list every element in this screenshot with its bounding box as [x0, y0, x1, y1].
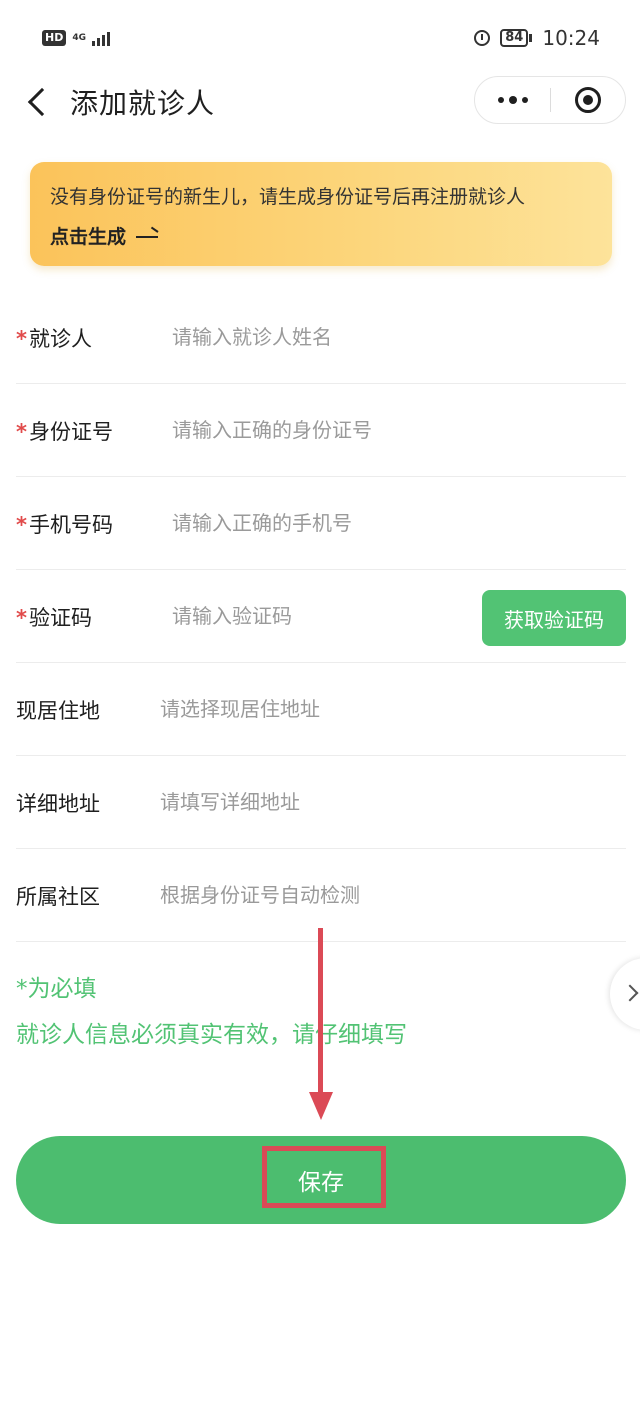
battery-level: 84: [500, 29, 529, 47]
patient-name-input[interactable]: [172, 315, 472, 359]
required-hint: *为必填: [16, 976, 97, 1002]
banner-text: 没有身份证号的新生儿，请生成身份证号后再注册就诊人: [50, 186, 526, 208]
more-dots-icon: [498, 97, 504, 103]
page-title: 添加就诊人: [70, 87, 216, 120]
form-row-phone: *手机号码: [16, 477, 626, 570]
id-number-input[interactable]: [172, 408, 472, 452]
signal-icon: [92, 30, 110, 46]
status-right: 84 10:24: [474, 26, 600, 50]
form-row-patient-name: *就诊人: [16, 291, 626, 384]
close-miniprogram-button[interactable]: [551, 77, 625, 123]
arrow-right-icon: [136, 230, 160, 242]
patient-form: *就诊人 *身份证号 *手机号码 *验证码 获取验证码 现居住地 详细地址 所属…: [16, 291, 626, 942]
nav-bar: 添加就诊人: [0, 76, 640, 126]
clock: 10:24: [542, 26, 600, 50]
verification-code-label: *验证码: [16, 606, 92, 630]
form-row-residence: 现居住地: [16, 663, 626, 756]
battery-icon: 84: [500, 29, 533, 47]
back-button[interactable]: [24, 84, 54, 118]
phone-label: *手机号码: [16, 513, 113, 537]
side-expand-tab[interactable]: [610, 958, 640, 1030]
save-button-label: 保存: [298, 1169, 344, 1195]
get-code-button[interactable]: 获取验证码: [482, 590, 626, 646]
generate-id-link[interactable]: 点击生成: [50, 222, 160, 249]
required-mark: *: [16, 513, 27, 537]
annotation-arrow-head: [309, 1092, 333, 1120]
status-bar: HD 4G 84 10:24: [0, 0, 640, 76]
newborn-banner: 没有身份证号的新生儿，请生成身份证号后再注册就诊人 点击生成: [30, 162, 612, 266]
form-row-id-number: *身份证号: [16, 384, 626, 477]
network-type: 4G: [72, 32, 86, 43]
truth-hint: 就诊人信息必须真实有效，请仔细填写: [16, 1022, 407, 1048]
status-left: HD 4G: [42, 30, 110, 46]
form-row-address-detail: 详细地址: [16, 756, 626, 849]
required-mark: *: [16, 420, 27, 444]
hd-badge: HD: [42, 30, 67, 46]
more-button[interactable]: [475, 77, 551, 123]
form-row-verification-code: *验证码 获取验证码: [16, 570, 626, 663]
verification-code-input[interactable]: [172, 594, 452, 638]
miniprogram-capsule: [474, 76, 626, 124]
form-notes: *为必填 就诊人信息必须真实有效，请仔细填写: [16, 966, 407, 1058]
target-icon: [575, 87, 601, 113]
generate-id-label: 点击生成: [50, 226, 127, 248]
residence-label: 现居住地: [16, 699, 100, 723]
alarm-icon: [474, 30, 491, 46]
patient-name-label: *就诊人: [16, 327, 92, 351]
address-detail-input[interactable]: [160, 780, 600, 824]
address-detail-label: 详细地址: [16, 792, 100, 816]
required-mark: *: [16, 606, 27, 630]
community-input[interactable]: [160, 873, 600, 917]
id-number-label: *身份证号: [16, 420, 113, 444]
phone-input[interactable]: [172, 501, 472, 545]
save-button[interactable]: 保存: [16, 1136, 626, 1224]
community-label: 所属社区: [16, 885, 100, 909]
residence-select[interactable]: [160, 687, 600, 731]
annotation-arrow-line: [318, 928, 323, 1098]
required-mark: *: [16, 327, 27, 351]
